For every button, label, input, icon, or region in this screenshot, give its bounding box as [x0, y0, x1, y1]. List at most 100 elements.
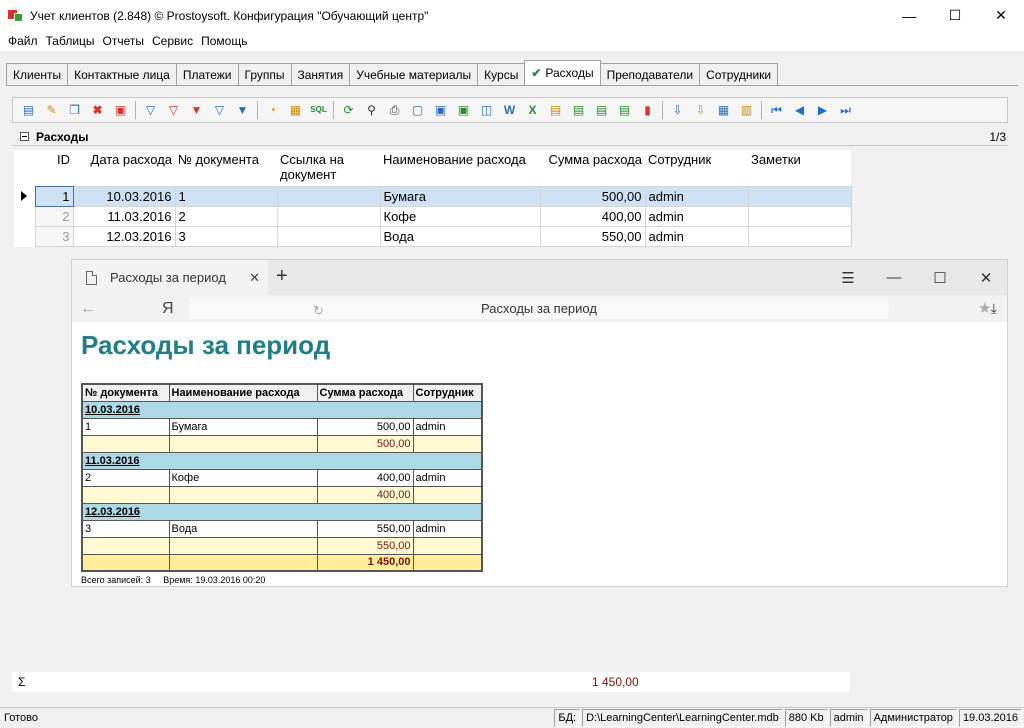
reload-icon[interactable]: ↻: [313, 303, 324, 319]
export-html-icon[interactable]: ◫: [475, 100, 498, 120]
menu-tables[interactable]: Таблицы: [42, 34, 99, 48]
cell-id[interactable]: 3: [34, 225, 74, 247]
tab-lessons[interactable]: Занятия: [290, 63, 351, 85]
edit-icon[interactable]: ✎: [40, 100, 63, 120]
print-icon[interactable]: ⎙: [383, 100, 406, 120]
tab-payments[interactable]: Платежи: [175, 63, 239, 85]
col-header-notes[interactable]: Заметки: [748, 150, 851, 186]
col-header-id[interactable]: ID: [35, 150, 73, 186]
export-word-icon[interactable]: W: [498, 100, 521, 120]
cell-doc-number[interactable]: 3: [174, 225, 278, 247]
tab-employees[interactable]: Сотрудники: [699, 63, 779, 85]
browser-tab[interactable]: Расходы за период ✕: [72, 260, 268, 295]
menu-help[interactable]: Помощь: [197, 34, 251, 48]
cell-doc-link[interactable]: [276, 205, 381, 227]
cell-notes[interactable]: [747, 185, 852, 207]
browser-close-button[interactable]: ✕: [963, 260, 1009, 295]
cell-amount[interactable]: 500,00: [539, 185, 646, 207]
cell-doc-number[interactable]: 2: [174, 205, 278, 227]
columns-icon[interactable]: ▥: [735, 100, 758, 120]
chart-icon[interactable]: ▮: [636, 100, 659, 120]
minimize-button[interactable]: —: [886, 0, 932, 31]
back-arrow-icon[interactable]: ←: [80, 300, 96, 318]
tab-courses[interactable]: Курсы: [477, 63, 526, 85]
menu-service[interactable]: Сервис: [148, 34, 197, 48]
new-record-icon[interactable]: ▤: [17, 100, 40, 120]
table-row[interactable]: 1 10.03.2016 1 Бумага 500,00 admin: [15, 185, 852, 207]
star-icon[interactable]: ★: [978, 299, 991, 317]
filter-edit-icon[interactable]: ▼: [231, 100, 254, 120]
cell-employee[interactable]: admin: [644, 185, 749, 207]
group-filter-icon[interactable]: ▦: [284, 100, 307, 120]
cell-date[interactable]: 10.03.2016: [72, 185, 176, 207]
maximize-button[interactable]: ☐: [932, 0, 978, 31]
download-icon[interactable]: ⤓: [991, 300, 997, 317]
filter-clear-icon[interactable]: ▽: [162, 100, 185, 120]
find-icon[interactable]: ⚲: [360, 100, 383, 120]
browser-maximize-button[interactable]: ☐: [917, 260, 963, 295]
copy-record-icon[interactable]: ❐: [63, 100, 86, 120]
col-header-doc-link[interactable]: Ссылка на документ: [277, 150, 380, 186]
export-txt-icon[interactable]: ▤: [590, 100, 613, 120]
export-db-icon[interactable]: ▤: [613, 100, 636, 120]
cell-id[interactable]: 2: [34, 205, 74, 227]
tab-clients[interactable]: Клиенты: [6, 63, 69, 85]
import-alt-icon[interactable]: ⇩: [689, 100, 712, 120]
export-alt-icon[interactable]: ▣: [452, 100, 475, 120]
table-row[interactable]: 3 12.03.2016 3 Вода 550,00 admin: [15, 225, 852, 247]
prev-record-icon[interactable]: ◀: [788, 100, 811, 120]
cell-notes[interactable]: [747, 225, 852, 247]
menu-icon[interactable]: ☰: [825, 260, 871, 295]
new-tab-icon[interactable]: +: [276, 265, 288, 288]
cell-amount[interactable]: 550,00: [539, 225, 646, 247]
col-header-amount[interactable]: Сумма расхода: [540, 150, 645, 186]
menu-file[interactable]: Файл: [4, 34, 42, 48]
cell-employee[interactable]: admin: [644, 205, 749, 227]
last-record-icon[interactable]: ⏭: [834, 100, 857, 120]
menu-reports[interactable]: Отчеты: [99, 34, 148, 48]
close-tab-icon[interactable]: ✕: [249, 270, 260, 286]
table-settings-icon[interactable]: ▦: [712, 100, 735, 120]
tab-contacts[interactable]: Контактные лица: [67, 63, 177, 85]
tab-teachers[interactable]: Преподаватели: [599, 63, 701, 85]
cell-expense-name[interactable]: Кофе: [379, 205, 541, 227]
cell-date[interactable]: 11.03.2016: [72, 205, 176, 227]
cell-id[interactable]: 1: [34, 185, 74, 207]
tab-expenses[interactable]: ✔ Расходы: [524, 60, 601, 85]
cell-doc-number[interactable]: 1: [174, 185, 278, 207]
cell-doc-link[interactable]: [276, 185, 381, 207]
cell-amount[interactable]: 400,00: [539, 205, 646, 227]
filter-remove-icon[interactable]: ▼: [185, 100, 208, 120]
refresh-icon[interactable]: ⟳: [337, 100, 360, 120]
export-xml-icon[interactable]: ▤: [544, 100, 567, 120]
browser-minimize-button[interactable]: —: [871, 260, 917, 295]
collapse-icon[interactable]: [20, 132, 29, 141]
export-excel-icon[interactable]: X: [521, 100, 544, 120]
export-icon[interactable]: ▣: [429, 100, 452, 120]
col-header-date[interactable]: Дата расхода: [73, 150, 175, 186]
col-header-employee[interactable]: Сотрудник: [645, 150, 748, 186]
first-record-icon[interactable]: ⏮: [765, 100, 788, 120]
tab-groups[interactable]: Группы: [237, 63, 292, 85]
search-filter-icon[interactable]: ◔: [261, 100, 284, 120]
filter-alt-icon[interactable]: ▽: [208, 100, 231, 120]
filter-icon[interactable]: ▽: [139, 100, 162, 120]
preview-icon[interactable]: ▢: [406, 100, 429, 120]
cell-notes[interactable]: [747, 205, 852, 227]
table-row[interactable]: 2 11.03.2016 2 Кофе 400,00 admin: [15, 205, 852, 227]
cell-employee[interactable]: admin: [644, 225, 749, 247]
cell-expense-name[interactable]: Бумага: [379, 185, 541, 207]
tab-materials[interactable]: Учебные материалы: [349, 63, 479, 85]
col-header-expense-name[interactable]: Наименование расхода: [380, 150, 540, 186]
sql-icon[interactable]: SQL: [307, 100, 330, 120]
cell-date[interactable]: 12.03.2016: [72, 225, 176, 247]
export-csv-icon[interactable]: ▤: [567, 100, 590, 120]
yandex-icon[interactable]: Я: [162, 300, 174, 318]
col-header-doc-number[interactable]: № документа: [175, 150, 277, 186]
close-button[interactable]: ✕: [978, 0, 1024, 31]
delete-icon[interactable]: ✖: [86, 100, 109, 120]
delete-all-icon[interactable]: ▣: [109, 100, 132, 120]
cell-expense-name[interactable]: Вода: [379, 225, 541, 247]
address-field[interactable]: ↻ Расходы за период ★: [189, 298, 991, 319]
cell-doc-link[interactable]: [276, 225, 381, 247]
